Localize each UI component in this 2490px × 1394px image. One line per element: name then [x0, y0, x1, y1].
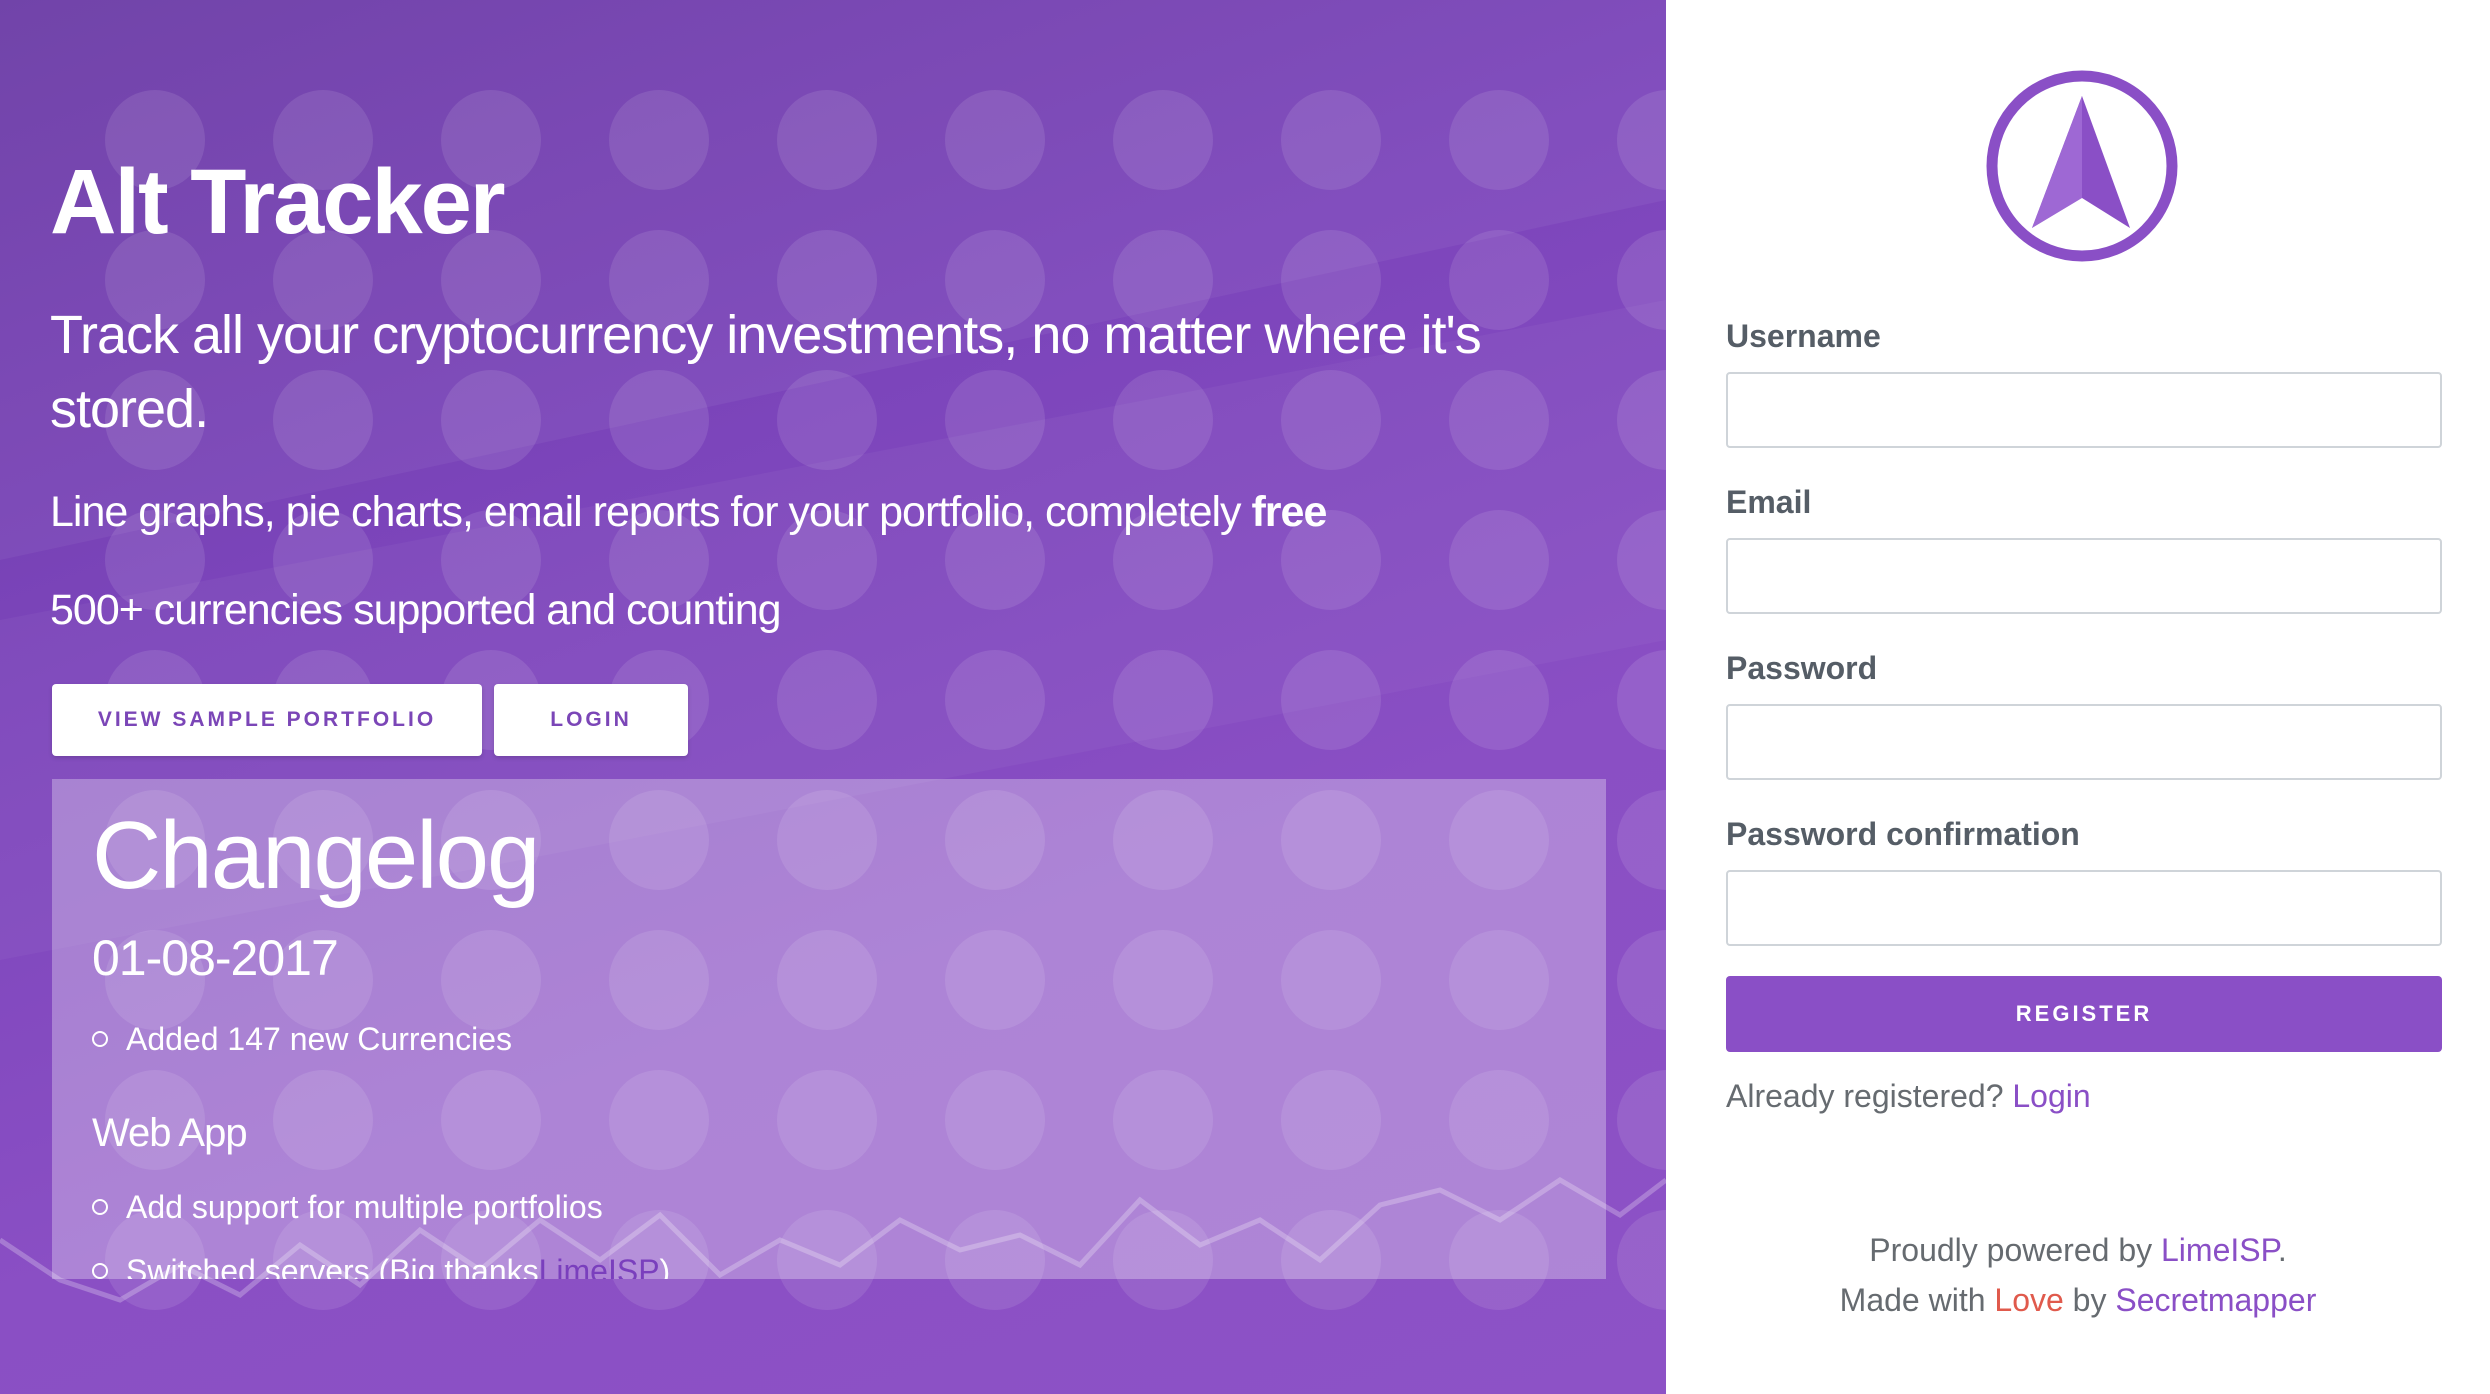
email-input[interactable] — [1726, 538, 2442, 614]
coin-icon — [1113, 90, 1213, 190]
coin-icon — [945, 90, 1045, 190]
feature-text: Line graphs, pie charts, email reports f… — [50, 488, 1252, 536]
limeisp-link[interactable]: LimeISP — [539, 1253, 660, 1280]
username-label: Username — [1726, 318, 1881, 354]
feature-line-graphs: Line graphs, pie charts, email reports f… — [50, 488, 1327, 537]
feature-currencies: 500+ currencies supported and counting — [50, 586, 782, 634]
email-label: Email — [1726, 484, 1812, 520]
coin-icon — [1617, 930, 1666, 1030]
changelog-date: 01-08-2017 — [92, 930, 339, 986]
changelog-panel: Changelog 01-08-2017 Added 147 new Curre… — [52, 779, 1606, 1279]
footer-made-text: Made with — [1839, 1282, 1995, 1318]
changelog-title: Changelog — [92, 802, 540, 909]
coin-icon — [1281, 650, 1381, 750]
view-sample-portfolio-button[interactable]: VIEW SAMPLE PORTFOLIO — [52, 684, 482, 756]
coin-icon — [1617, 790, 1666, 890]
changelog-section-title: Web App — [92, 1111, 248, 1155]
feature-emphasis: free — [1251, 488, 1327, 536]
hero-login-button[interactable]: LOGIN — [494, 684, 688, 756]
login-link[interactable]: Login — [2012, 1078, 2090, 1114]
register-panel: Username Email Password Password confirm… — [1666, 0, 2490, 1394]
coin-icon — [1449, 510, 1549, 610]
coin-icon — [1617, 1070, 1666, 1170]
footer-powered: Proudly powered by LimeISP. — [1666, 1232, 2490, 1269]
footer-powered-end: . — [2277, 1232, 2287, 1268]
coin-icon — [1617, 1210, 1666, 1310]
changelog-section-list: Add support for multiple portfolios Swit… — [92, 1175, 671, 1280]
brand-title: Alt Tracker — [50, 151, 506, 253]
coin-icon — [777, 90, 877, 190]
footer-by-text: by — [2063, 1282, 2116, 1318]
list-item: Add support for multiple portfolios — [92, 1175, 670, 1239]
list-item: Switched servers (Big thanks LimeISP) — [92, 1239, 671, 1280]
already-registered: Already registered? Login — [1726, 1078, 2091, 1115]
footer-author-link[interactable]: Secretmapper — [2115, 1282, 2316, 1318]
coin-icon — [1449, 90, 1549, 190]
hero-tagline: Track all your cryptocurrency investment… — [50, 305, 1482, 439]
alt-tracker-logo-icon — [1986, 70, 2178, 262]
footer-powered-text: Proudly powered by — [1869, 1232, 2161, 1268]
password-confirmation-label: Password confirmation — [1726, 816, 2080, 852]
password-confirmation-input[interactable] — [1726, 870, 2442, 946]
coin-icon — [609, 90, 709, 190]
footer-limeisp-link[interactable]: LimeISP — [2161, 1232, 2278, 1268]
coin-icon — [1617, 650, 1666, 750]
already-registered-text: Already registered? — [1726, 1078, 2004, 1114]
list-item-text: Switched servers (Big thanks — [126, 1252, 539, 1280]
coin-icon — [945, 650, 1045, 750]
password-input[interactable] — [1726, 704, 2442, 780]
coin-icon — [777, 650, 877, 750]
hero-section: Alt Tracker Track all your cryptocurrenc… — [0, 0, 1666, 1394]
coin-icon — [1281, 90, 1381, 190]
footer-love-link[interactable]: Love — [1994, 1282, 2063, 1318]
footer-made-with: Made with Love by Secretmapper — [1666, 1282, 2490, 1319]
changelog-date-list: Added 147 new Currencies — [92, 1007, 512, 1071]
coin-icon — [1113, 650, 1213, 750]
list-item-end: ) — [659, 1252, 671, 1280]
register-button[interactable]: REGISTER — [1726, 976, 2442, 1052]
coin-icon — [1449, 650, 1549, 750]
password-label: Password — [1726, 650, 1878, 686]
username-input[interactable] — [1726, 372, 2442, 448]
list-item: Added 147 new Currencies — [92, 1007, 512, 1071]
